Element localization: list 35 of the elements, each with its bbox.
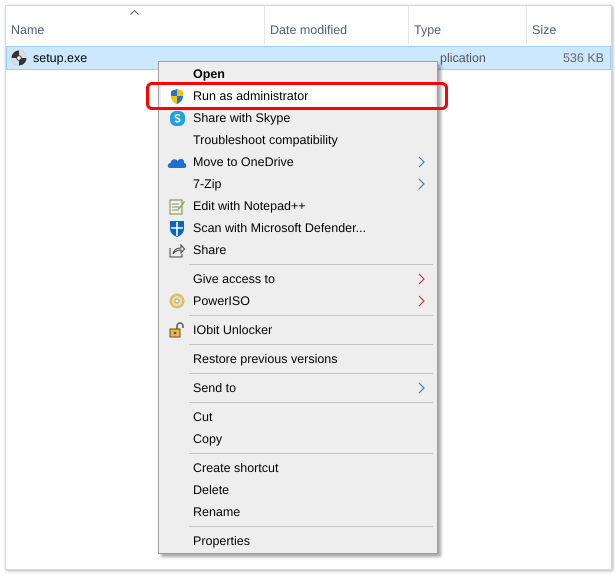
padlock-icon (169, 322, 185, 338)
column-header[interactable]: Size (527, 6, 611, 44)
menu-item[interactable]: Delete (161, 479, 435, 501)
column-header[interactable]: Type (409, 6, 527, 44)
shield-icon (169, 88, 185, 104)
menu-item[interactable]: IObit Unlocker (161, 319, 435, 341)
menu-item[interactable]: Share with Skype (161, 107, 435, 129)
defender-shield-icon (169, 220, 185, 236)
column-header[interactable]: Date modified (265, 6, 409, 44)
installer-disc-icon (11, 50, 27, 66)
menu-item[interactable]: Give access to (161, 268, 435, 290)
menu-item[interactable]: Restore previous versions (161, 348, 435, 370)
menu-item[interactable]: Troubleshoot compatibility (161, 129, 435, 151)
menu-item[interactable]: Run as administrator (161, 85, 435, 107)
menu-item[interactable]: Create shortcut (161, 457, 435, 479)
menu-item[interactable]: Send to (161, 377, 435, 399)
file-name: setup.exe (33, 51, 88, 65)
column-header[interactable]: Name (6, 6, 265, 44)
menu-item[interactable]: Move to OneDrive (161, 151, 435, 173)
menu-item[interactable]: Scan with Microsoft Defender... (161, 217, 435, 239)
cloud-icon (167, 156, 187, 168)
skype-icon (170, 110, 184, 126)
share-icon (169, 242, 185, 258)
menu-item[interactable]: Copy (161, 428, 435, 450)
file-size: 536 KB (562, 51, 604, 65)
disc-icon (169, 293, 185, 309)
menu-item[interactable]: Cut (161, 406, 435, 428)
notepad-icon (169, 198, 185, 214)
menu-item[interactable]: PowerISO (161, 290, 435, 312)
menu-item[interactable]: Rename (161, 501, 435, 523)
menu-item[interactable]: Share (161, 239, 435, 261)
menu-item[interactable]: 7-Zip (161, 173, 435, 195)
menu-item[interactable]: Edit with Notepad++ (161, 195, 435, 217)
menu-item[interactable]: Properties (161, 530, 435, 552)
file-type: plication (440, 51, 486, 65)
